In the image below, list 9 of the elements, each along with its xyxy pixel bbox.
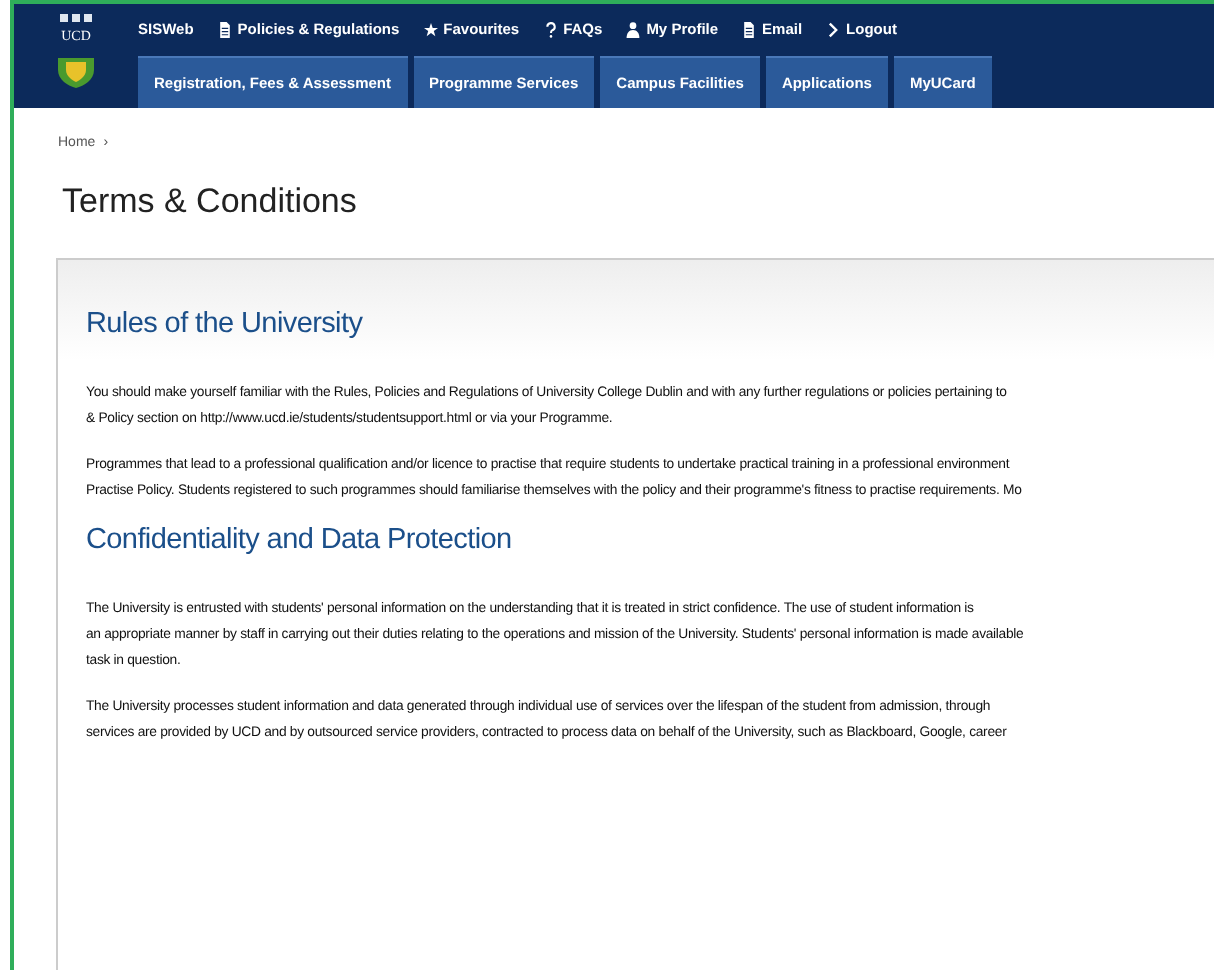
section-heading: Rules of the University (86, 308, 365, 340)
document-icon (742, 21, 757, 37)
question-icon (543, 21, 558, 37)
page-title: Terms & Conditions (62, 182, 359, 222)
document-icon (217, 21, 232, 37)
star-icon (423, 21, 438, 37)
chevron-icon (826, 21, 841, 37)
person-icon (626, 21, 641, 37)
section-heading: Confidentiality and Data Protection (86, 524, 514, 556)
